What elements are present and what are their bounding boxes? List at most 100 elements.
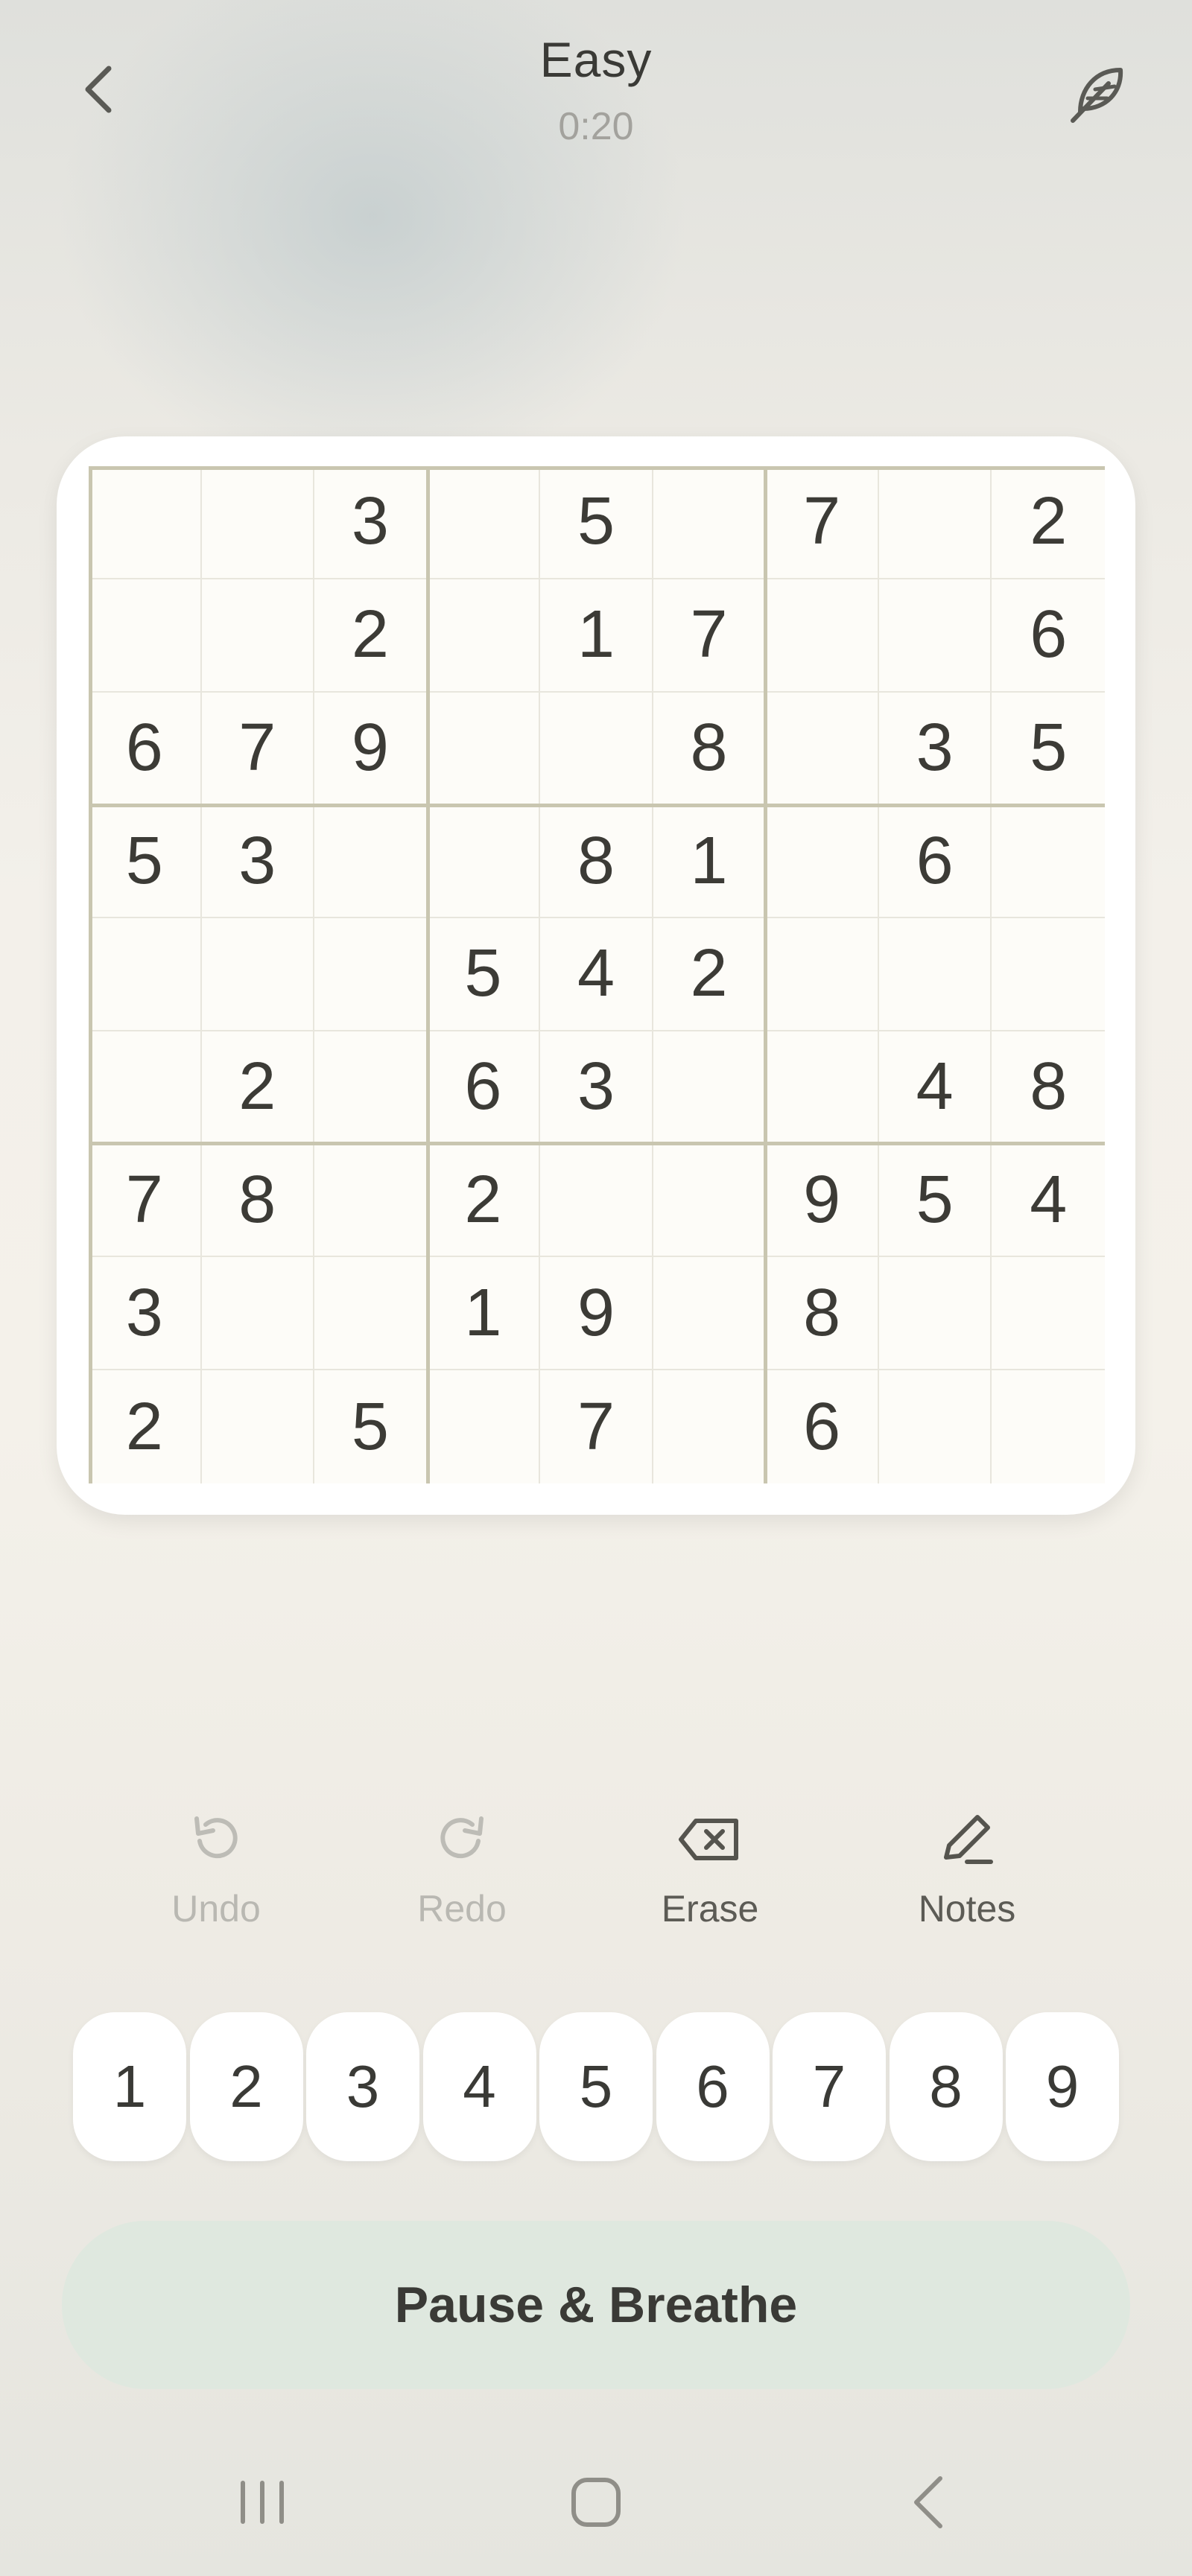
sudoku-cell[interactable]: 4	[878, 1031, 992, 1145]
sudoku-cell[interactable]	[540, 1144, 653, 1258]
number-key[interactable]: 6	[656, 2012, 770, 2161]
sudoku-cell[interactable]: 2	[653, 918, 767, 1031]
sudoku-cell[interactable]	[879, 1370, 992, 1483]
erase-button[interactable]: Erase	[598, 1802, 822, 1951]
sudoku-cell[interactable]	[653, 466, 767, 579]
sudoku-cell[interactable]	[653, 1144, 767, 1258]
number-key[interactable]: 1	[73, 2012, 186, 2161]
sudoku-cell[interactable]: 5	[89, 805, 202, 919]
sudoku-cell[interactable]	[314, 1144, 428, 1258]
sudoku-cell[interactable]: 5	[314, 1370, 428, 1483]
sudoku-cell[interactable]: 2	[314, 579, 428, 693]
sudoku-cell[interactable]	[878, 918, 992, 1031]
notes-button[interactable]: Notes	[855, 1802, 1079, 1951]
sudoku-cell[interactable]	[766, 692, 879, 806]
sudoku-cell[interactable]	[540, 692, 653, 806]
sudoku-cell[interactable]: 2	[89, 1370, 202, 1483]
sudoku-cell[interactable]	[992, 918, 1105, 1031]
sudoku-cell[interactable]	[314, 1031, 428, 1145]
sudoku-cell[interactable]	[653, 1370, 767, 1483]
sudoku-cell[interactable]	[992, 1257, 1105, 1371]
sudoku-cell[interactable]: 6	[992, 579, 1105, 693]
sudoku-cell[interactable]: 8	[201, 1144, 315, 1258]
sudoku-cell[interactable]	[878, 466, 992, 579]
sudoku-cell[interactable]	[201, 579, 315, 693]
sudoku-cell[interactable]	[314, 1257, 428, 1371]
sudoku-cell[interactable]: 9	[314, 692, 428, 806]
redo-button[interactable]: Redo	[350, 1802, 574, 1951]
sudoku-cell[interactable]: 3	[201, 805, 315, 919]
sudoku-cell[interactable]	[89, 918, 202, 1031]
sudoku-cell[interactable]: 7	[201, 692, 315, 806]
sudoku-cell[interactable]: 4	[992, 1145, 1105, 1258]
sudoku-cell[interactable]: 7	[89, 1144, 202, 1258]
sudoku-cell[interactable]	[766, 805, 879, 919]
sudoku-cell[interactable]	[89, 579, 202, 693]
sudoku-cell[interactable]	[427, 805, 541, 919]
sudoku-cell[interactable]: 1	[540, 579, 653, 693]
sudoku-cell[interactable]	[89, 466, 202, 579]
sudoku-cell[interactable]	[428, 1370, 541, 1483]
sudoku-cell[interactable]: 8	[992, 1031, 1105, 1145]
sudoku-cell[interactable]: 8	[653, 692, 767, 806]
sudoku-cell[interactable]	[201, 1257, 315, 1371]
sudoku-cell[interactable]: 3	[878, 692, 992, 806]
system-back-button[interactable]	[878, 2458, 982, 2547]
sudoku-cell[interactable]: 5	[992, 693, 1105, 806]
number-key[interactable]: 9	[1006, 2012, 1119, 2161]
sudoku-cell[interactable]: 7	[653, 579, 767, 693]
number-key[interactable]: 3	[306, 2012, 419, 2161]
sudoku-cell[interactable]: 2	[201, 1031, 315, 1145]
sudoku-cell[interactable]: 6	[878, 805, 992, 919]
sudoku-cell[interactable]: 6	[766, 1370, 879, 1483]
sudoku-cell[interactable]: 9	[766, 1144, 879, 1258]
home-button[interactable]	[544, 2458, 648, 2547]
sudoku-cell[interactable]: 6	[89, 692, 202, 806]
sudoku-cell[interactable]	[766, 918, 879, 1031]
pencil-icon	[944, 1815, 993, 1864]
pause-breathe-button[interactable]: Pause & Breathe	[62, 2221, 1130, 2389]
sudoku-cell[interactable]: 1	[427, 1257, 541, 1371]
sudoku-cell[interactable]: 2	[992, 466, 1105, 579]
sudoku-cell[interactable]	[314, 805, 428, 919]
sudoku-cell[interactable]: 3	[314, 466, 428, 579]
sudoku-cell[interactable]	[766, 1031, 879, 1145]
sudoku-cell[interactable]	[653, 1031, 767, 1145]
sudoku-cell[interactable]	[314, 918, 428, 1031]
sudoku-cell[interactable]	[878, 1257, 992, 1371]
sudoku-cell[interactable]: 9	[540, 1257, 653, 1371]
sudoku-cell[interactable]	[653, 1257, 767, 1371]
number-key[interactable]: 7	[773, 2012, 886, 2161]
sudoku-cell[interactable]	[878, 579, 992, 693]
sudoku-cell[interactable]: 3	[89, 1257, 202, 1371]
sudoku-cell[interactable]: 5	[878, 1144, 992, 1258]
feather-button[interactable]	[1058, 52, 1140, 134]
sudoku-cell[interactable]: 6	[427, 1031, 541, 1145]
sudoku-cell[interactable]	[201, 466, 315, 579]
sudoku-cell[interactable]: 8	[766, 1257, 879, 1371]
sudoku-cell[interactable]	[427, 692, 541, 806]
sudoku-cell[interactable]	[201, 918, 315, 1031]
sudoku-cell[interactable]: 7	[766, 466, 879, 579]
number-key[interactable]: 8	[889, 2012, 1003, 2161]
sudoku-cell[interactable]	[427, 579, 541, 693]
number-key[interactable]: 2	[189, 2012, 303, 2161]
sudoku-cell[interactable]	[992, 1370, 1105, 1483]
sudoku-cell[interactable]: 4	[540, 918, 653, 1031]
sudoku-cell[interactable]: 7	[540, 1370, 653, 1483]
sudoku-cell[interactable]: 8	[540, 805, 653, 919]
sudoku-cell[interactable]	[427, 466, 541, 579]
sudoku-cell[interactable]	[992, 805, 1105, 919]
sudoku-cell[interactable]: 5	[427, 918, 541, 1031]
sudoku-cell[interactable]: 1	[653, 805, 767, 919]
number-key[interactable]: 4	[422, 2012, 536, 2161]
sudoku-cell[interactable]: 2	[427, 1144, 541, 1258]
sudoku-cell[interactable]	[202, 1370, 315, 1483]
sudoku-cell[interactable]: 3	[540, 1031, 653, 1145]
sudoku-cell[interactable]: 5	[540, 466, 653, 579]
sudoku-cell[interactable]	[89, 1031, 202, 1145]
number-key[interactable]: 5	[539, 2012, 653, 2161]
sudoku-cell[interactable]	[766, 579, 879, 693]
recents-button[interactable]	[210, 2458, 314, 2547]
undo-button[interactable]: Undo	[104, 1802, 328, 1951]
